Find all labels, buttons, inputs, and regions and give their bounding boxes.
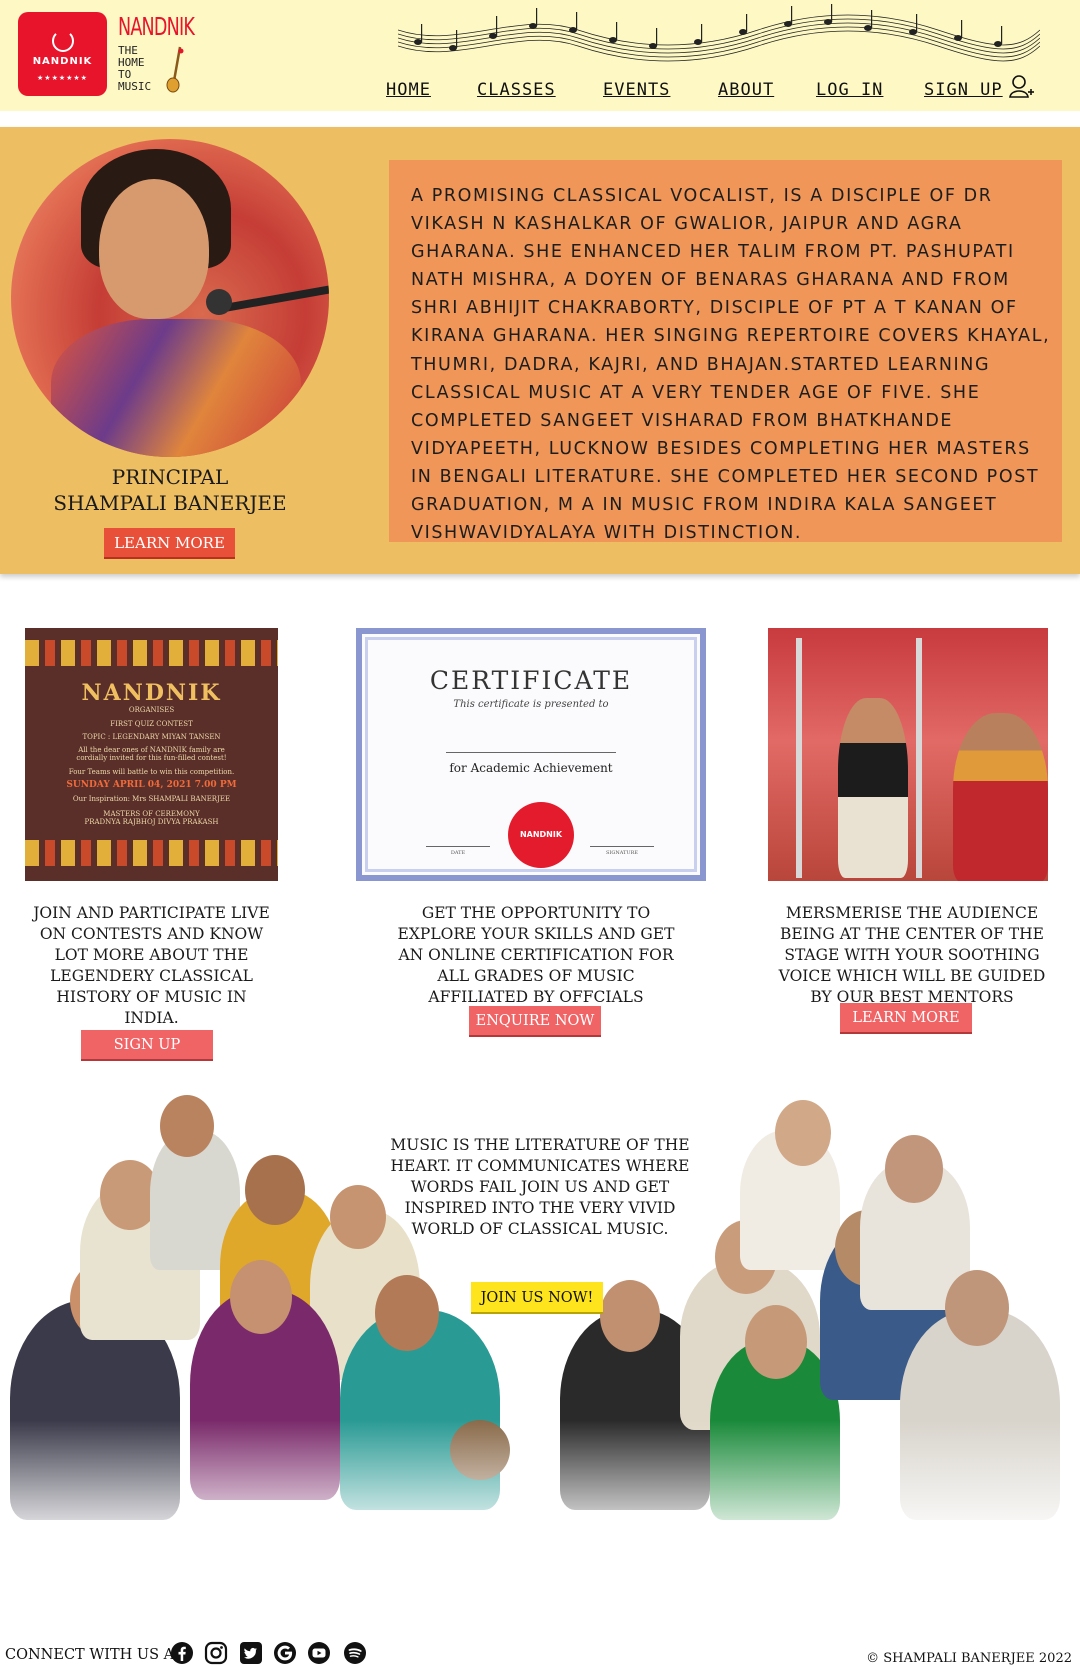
card-stage-text: MERSMERISE THE AUDIENCE BEING AT THE CEN… <box>778 904 1046 1006</box>
twitter-icon[interactable] <box>239 1641 263 1665</box>
laurel-icon <box>52 30 74 52</box>
join-us-now-button[interactable]: JOIN US NOW! <box>471 1282 603 1314</box>
nav-sign-up[interactable]: SIGN UP <box>924 80 1003 100</box>
certificate-image: CERTIFICATE This certificate is presente… <box>356 628 706 881</box>
connect-label: CONNECT WITH US AT <box>5 1647 183 1663</box>
nav-home[interactable]: HOME <box>386 80 431 100</box>
stage-performance-photo <box>768 628 1048 881</box>
main-nav: HOME CLASSES EVENTS ABOUT LOG IN SIGN UP <box>0 80 1080 104</box>
nandnik-seal-icon: NANDNIK <box>508 802 574 868</box>
spotify-icon[interactable] <box>343 1641 367 1665</box>
principal-bio-box: A PROMISING CLASSICAL VOCALIST, IS A DIS… <box>389 160 1062 543</box>
copyright-text: © SHAMPALI BANERJEE 2022 <box>866 1651 1072 1666</box>
principal-name: SHAMPALI BANERJEE <box>53 491 287 515</box>
card-contest-text: JOIN AND PARTICIPATE LIVE ON CONTESTS AN… <box>33 904 270 1027</box>
music-notes-decoration <box>398 4 1040 62</box>
enquire-now-button[interactable]: ENQUIRE NOW <box>469 1006 601 1037</box>
principal-bio-text: A PROMISING CLASSICAL VOCALIST, IS A DIS… <box>411 186 1051 544</box>
nav-about[interactable]: ABOUT <box>718 80 774 100</box>
microphone-icon <box>206 289 232 315</box>
nav-log-in[interactable]: LOG IN <box>816 80 883 100</box>
principal-learn-more-button[interactable]: LEARN MORE <box>104 528 235 559</box>
site-header: NANDNIK ★★★★★★★ NANDNIK THE HOME TO MUSI… <box>0 0 1080 111</box>
principal-section: PRINCIPAL SHAMPALI BANERJEE LEARN MORE A… <box>0 127 1080 574</box>
instagram-icon[interactable] <box>204 1641 228 1665</box>
principal-portrait <box>11 139 329 457</box>
user-plus-icon[interactable] <box>1009 74 1035 100</box>
quiz-contest-poster: NANDNIK ORGANISES FIRST QUIZ CONTEST TOP… <box>25 628 278 881</box>
music-quote: MUSIC IS THE LITERATURE OF THE HEART. IT… <box>390 1136 690 1238</box>
youtube-icon[interactable] <box>307 1641 331 1665</box>
card-certificate-text: GET THE OPPORTUNITY TO EXPLORE YOUR SKIL… <box>397 904 675 1006</box>
sign-up-button[interactable]: SIGN UP <box>81 1030 213 1061</box>
principal-title: PRINCIPAL SHAMPALI BANERJEE <box>20 464 320 516</box>
stage-learn-more-button[interactable]: LEARN MORE <box>840 1003 972 1034</box>
google-icon[interactable] <box>273 1641 297 1665</box>
nav-classes[interactable]: CLASSES <box>477 80 556 100</box>
facebook-icon[interactable] <box>170 1641 194 1665</box>
nav-events[interactable]: EVENTS <box>603 80 670 100</box>
logo-text: NANDNIK <box>32 56 93 67</box>
principal-role: PRINCIPAL <box>111 465 229 489</box>
brand-name: NANDNIK <box>118 12 195 41</box>
